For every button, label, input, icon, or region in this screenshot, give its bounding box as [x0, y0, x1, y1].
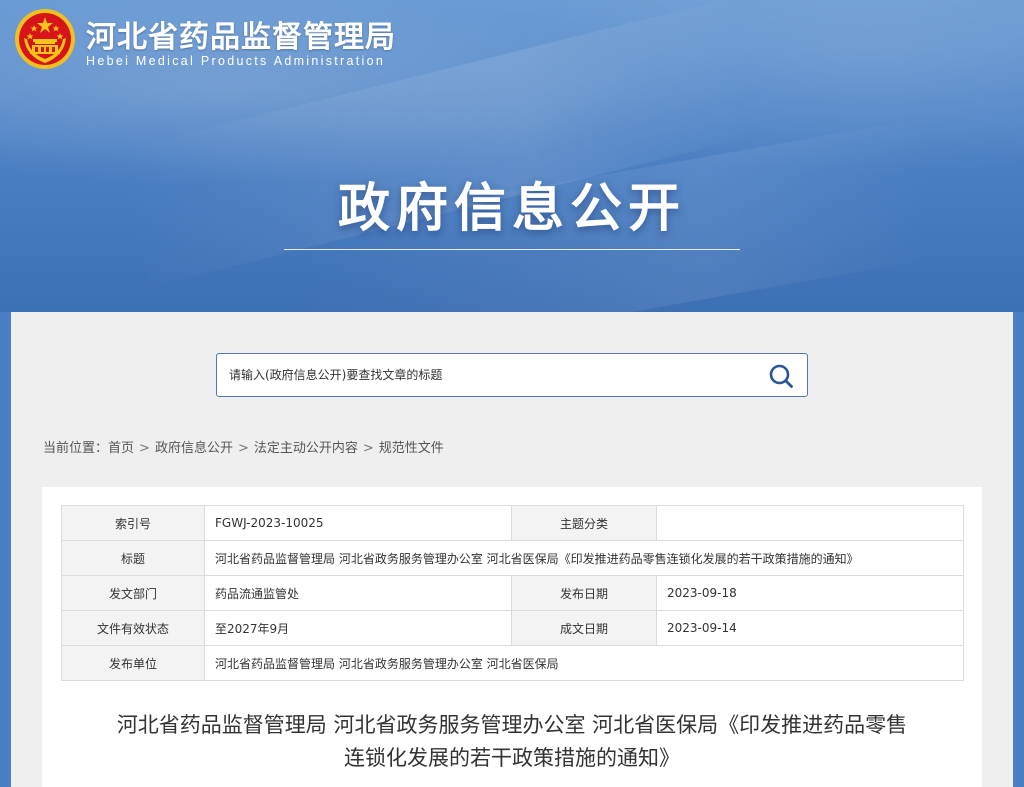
- breadcrumb-separator: >: [237, 441, 249, 456]
- main-panel: 当前位置：首页 > 政府信息公开 > 法定主动公开内容 > 规范性文件 索引号 FGWJ-2…: [11, 312, 1013, 787]
- article-content: 索引号 FGWJ-2023-10025 主题分类 标题 河北省药品监督管理局 河…: [42, 487, 982, 787]
- index-value: FGWJ-2023-10025: [204, 505, 512, 541]
- publisher-value: 河北省药品监督管理局 河北省政务服务管理办公室 河北省医保局: [204, 645, 964, 681]
- created-date-value: 2023-09-14: [656, 610, 964, 646]
- national-emblem-icon[interactable]: [14, 8, 76, 70]
- article-title: 河北省药品监督管理局 河北省政务服务管理办公室 河北省医保局《印发推进药品零售 …: [42, 709, 982, 775]
- site-name-english: Hebei Medical Products Administration: [86, 54, 386, 68]
- banner-underline: [284, 249, 740, 250]
- search-box: [216, 353, 808, 397]
- dept-value: 药品流通监管处: [204, 575, 512, 611]
- search-icon[interactable]: [767, 362, 795, 390]
- breadcrumb-statutory-content[interactable]: 法定主动公开内容: [254, 441, 358, 456]
- breadcrumb-home[interactable]: 首页: [108, 441, 134, 456]
- breadcrumb: 当前位置：首页 > 政府信息公开 > 法定主动公开内容 > 规范性文件: [43, 437, 444, 456]
- publisher-label: 发布单位: [61, 645, 205, 681]
- document-meta-table: 索引号 FGWJ-2023-10025 主题分类 标题 河北省药品监督管理局 河…: [61, 505, 964, 681]
- table-row: 标题 河北省药品监督管理局 河北省政务服务管理办公室 河北省医保局《印发推进药品…: [61, 540, 964, 576]
- breadcrumb-separator: >: [362, 441, 374, 456]
- title-label: 标题: [61, 540, 205, 576]
- index-label: 索引号: [61, 505, 205, 541]
- publish-date-label: 发布日期: [511, 575, 657, 611]
- article-title-line: 河北省药品监督管理局 河北省政务服务管理办公室 河北省医保局《印发推进药品零售: [116, 713, 908, 737]
- topic-value: [656, 505, 964, 541]
- title-value: 河北省药品监督管理局 河北省政务服务管理办公室 河北省医保局《印发推进药品零售连…: [204, 540, 964, 576]
- table-row: 索引号 FGWJ-2023-10025 主题分类: [61, 505, 964, 541]
- breadcrumb-prefix: 当前位置：: [43, 441, 109, 456]
- dept-label: 发文部门: [61, 575, 205, 611]
- table-row: 发文部门 药品流通监管处 发布日期 2023-09-18: [61, 575, 964, 611]
- breadcrumb-separator: >: [139, 441, 150, 456]
- publish-date-value: 2023-09-18: [656, 575, 964, 611]
- header-banner: 河北省药品监督管理局 Hebei Medical Products Admini…: [0, 0, 1024, 312]
- article-title-line: 连锁化发展的若干政策措施的通知》: [344, 746, 680, 770]
- table-row: 文件有效状态 至2027年9月 成文日期 2023-09-14: [61, 610, 964, 646]
- search-input[interactable]: [217, 354, 757, 396]
- table-row: 发布单位 河北省药品监督管理局 河北省政务服务管理办公室 河北省医保局: [61, 645, 964, 681]
- topic-label: 主题分类: [511, 505, 657, 541]
- site-name[interactable]: 河北省药品监督管理局: [86, 12, 396, 56]
- validity-value: 至2027年9月: [204, 610, 512, 646]
- banner-title: 政府信息公开: [337, 179, 686, 239]
- breadcrumb-normative-documents[interactable]: 规范性文件: [379, 441, 444, 456]
- breadcrumb-gov-info[interactable]: 政府信息公开: [155, 441, 233, 456]
- created-date-label: 成文日期: [511, 610, 657, 646]
- validity-label: 文件有效状态: [61, 610, 205, 646]
